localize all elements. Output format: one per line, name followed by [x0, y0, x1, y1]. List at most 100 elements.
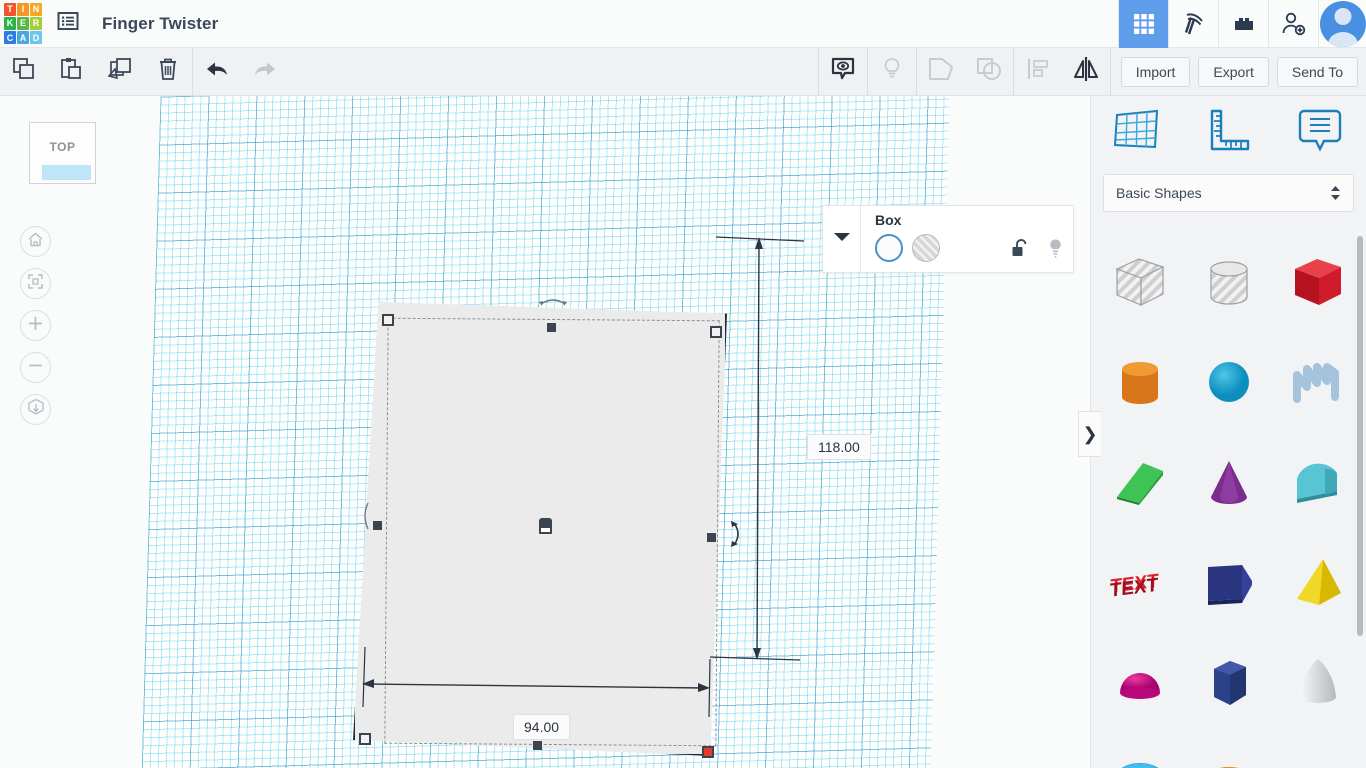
- shape-name-label: Box: [875, 212, 902, 228]
- duplicate-icon: [107, 56, 133, 87]
- send-to-button[interactable]: Send To: [1276, 56, 1358, 87]
- polygon-prism-shape[interactable]: [1187, 634, 1271, 730]
- paste-icon: [59, 56, 85, 87]
- undo-button[interactable]: [193, 48, 241, 95]
- align-button[interactable]: [1014, 48, 1062, 95]
- import-button[interactable]: Import: [1120, 56, 1191, 87]
- 3d-viewport[interactable]: Workplane: [0, 96, 1090, 768]
- logo-tile-r: R: [30, 16, 42, 31]
- grid-apps-icon[interactable]: [1118, 0, 1168, 48]
- lightbulb-icon: [879, 56, 905, 87]
- invite-person-icon[interactable]: [1268, 0, 1318, 48]
- resize-handle-bottom-left[interactable]: [359, 733, 371, 745]
- delete-button[interactable]: [144, 48, 192, 95]
- shape-center-move-handle[interactable]: [539, 518, 552, 534]
- trash-icon: [155, 56, 181, 87]
- cone-shape[interactable]: [1187, 434, 1271, 530]
- lightbulb-icon[interactable]: [1046, 238, 1065, 264]
- stepper-arrows-icon: [1330, 185, 1341, 201]
- resize-handle-top-left[interactable]: [382, 314, 394, 326]
- show-hide-button[interactable]: [819, 48, 867, 95]
- shape-property-panel[interactable]: Box: [822, 205, 1074, 273]
- logo-tile-d: D: [30, 31, 42, 45]
- text-shape[interactable]: TEXT TEXT: [1098, 534, 1182, 630]
- logo-tile-t: T: [4, 2, 16, 16]
- solid-color-swatch[interactable]: [875, 234, 903, 262]
- width-dimension-label[interactable]: 94.00: [513, 714, 571, 740]
- rotate-handle-left[interactable]: [360, 501, 374, 531]
- main-toolbar: Import Export Send To: [0, 48, 1366, 96]
- roof-shape[interactable]: [1276, 434, 1360, 530]
- duplicate-button[interactable]: [96, 48, 144, 95]
- resize-handle-bottom-mid[interactable]: [533, 741, 542, 750]
- cylinder-hole-shape[interactable]: [1187, 234, 1271, 330]
- shape-gallery-scrollbar[interactable]: [1357, 236, 1363, 636]
- chevron-down-icon: [833, 230, 851, 248]
- logo-tile-a: A: [17, 31, 29, 45]
- half-sphere-shape[interactable]: [1098, 634, 1182, 730]
- logo-tile-k: K: [4, 16, 16, 31]
- perspective-toggle-button[interactable]: [20, 394, 51, 425]
- rotate-handle-top[interactable]: [538, 295, 568, 309]
- torus-shape[interactable]: [1098, 734, 1182, 768]
- sphere-shape[interactable]: [1187, 334, 1271, 430]
- resize-handle-top-right[interactable]: [710, 326, 722, 338]
- view-cube-label: TOP: [49, 140, 76, 154]
- shape-library-value: Basic Shapes: [1116, 185, 1202, 201]
- box-hole-shape[interactable]: [1098, 234, 1182, 330]
- view-cube-front-band: [42, 165, 91, 180]
- note-tool-icon[interactable]: [1274, 96, 1366, 164]
- home-view-button[interactable]: [20, 226, 51, 257]
- unlocked-padlock-icon[interactable]: [1011, 238, 1030, 264]
- heart-shape[interactable]: [1276, 734, 1360, 768]
- workplane-tool-icon[interactable]: [1091, 96, 1183, 164]
- depth-dimension-label[interactable]: 118.00: [807, 434, 871, 460]
- logo-tile-c: C: [4, 31, 16, 45]
- fit-view-button[interactable]: [20, 268, 51, 299]
- zoom-out-button[interactable]: [20, 352, 51, 383]
- shape-gallery[interactable]: TEXT TEXT: [1091, 224, 1366, 768]
- resize-handle-left-mid[interactable]: [373, 521, 382, 530]
- right-panel-collapse-tab[interactable]: ❯: [1078, 411, 1101, 457]
- mirror-flip-icon: [1071, 55, 1101, 88]
- copy-icon: [11, 56, 37, 87]
- redo-button[interactable]: [241, 48, 289, 95]
- mirror-button[interactable]: [1062, 48, 1110, 95]
- shape-library-select[interactable]: Basic Shapes: [1103, 174, 1354, 212]
- export-button[interactable]: Export: [1198, 56, 1269, 87]
- paste-button[interactable]: [48, 48, 96, 95]
- undo-arrow-icon: [204, 56, 230, 87]
- hole-swatch[interactable]: [912, 234, 940, 262]
- wedge-shape[interactable]: [1098, 434, 1182, 530]
- panel-collapse-button[interactable]: [823, 206, 861, 272]
- ungroup-button[interactable]: [965, 48, 1013, 95]
- page-title[interactable]: Finger Twister: [102, 14, 218, 34]
- top-bar-right-icons: [1118, 0, 1366, 48]
- tinkercad-logo[interactable]: TINKERCAD: [0, 0, 46, 48]
- main-menu-button[interactable]: [46, 0, 90, 48]
- copy-button[interactable]: [0, 48, 48, 95]
- resize-handle-right-mid[interactable]: [707, 533, 716, 542]
- pyramid-shape[interactable]: [1276, 534, 1360, 630]
- resize-handle-top-mid[interactable]: [547, 323, 556, 332]
- group-button[interactable]: [917, 48, 965, 95]
- zoom-in-button[interactable]: [20, 310, 51, 341]
- blocks-icon[interactable]: [1218, 0, 1268, 48]
- rotate-handle-right[interactable]: [727, 520, 747, 548]
- light-button[interactable]: [868, 48, 916, 95]
- selection-dashed-rect: [384, 317, 720, 747]
- align-icon: [1025, 56, 1051, 87]
- view-cube[interactable]: TOP: [29, 122, 96, 184]
- ruler-tool-icon[interactable]: [1183, 96, 1275, 164]
- resize-handle-bottom-right-active[interactable]: [702, 746, 714, 758]
- avatar[interactable]: [1318, 0, 1366, 48]
- paraboloid-shape[interactable]: [1276, 634, 1360, 730]
- polygon-arrow-shape[interactable]: [1187, 534, 1271, 630]
- cylinder-shape[interactable]: [1098, 334, 1182, 430]
- box-shape[interactable]: [1276, 234, 1360, 330]
- tube-shape[interactable]: [1187, 734, 1271, 768]
- redo-arrow-icon: [252, 56, 278, 87]
- toolbar-divider: [1109, 48, 1111, 95]
- scribble-shape[interactable]: [1276, 334, 1360, 430]
- pickaxe-icon[interactable]: [1168, 0, 1218, 48]
